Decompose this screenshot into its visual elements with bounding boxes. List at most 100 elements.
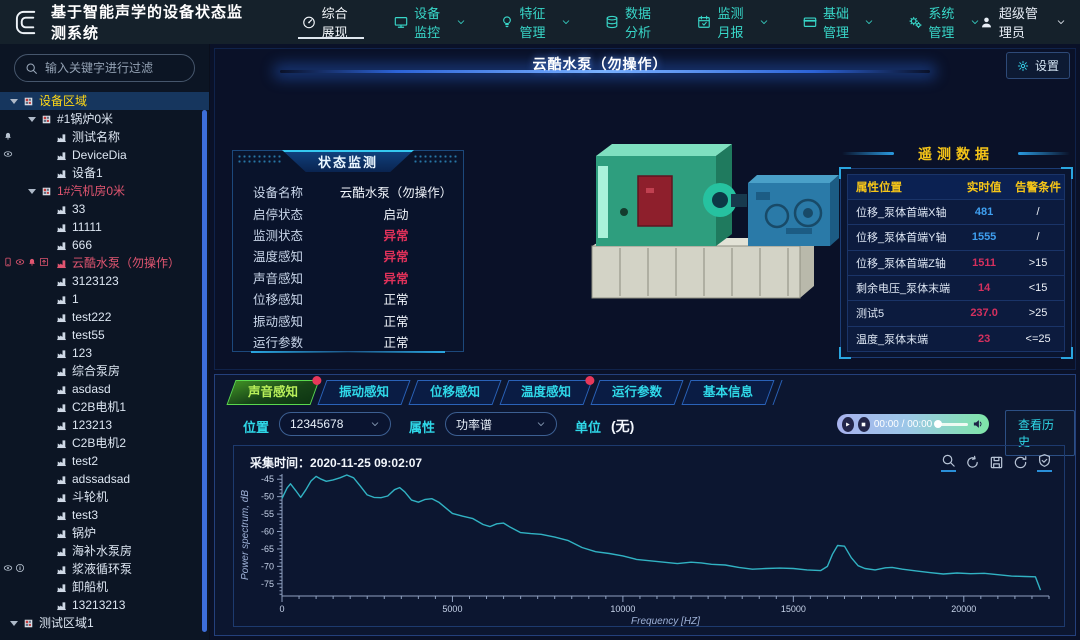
tree-node-label: 综合泵房: [72, 362, 120, 380]
tree-node-2[interactable]: 测试名称: [0, 128, 209, 146]
tree-node-17[interactable]: C2B电机1: [0, 398, 209, 416]
telemetry-header: 告警条件: [1012, 179, 1064, 195]
tree-node-26[interactable]: 浆液循环泵: [0, 560, 209, 578]
tree-node-28[interactable]: 13213213: [0, 596, 209, 614]
search-input[interactable]: [45, 61, 185, 75]
svg-text:Frequency [HZ]: Frequency [HZ]: [631, 616, 700, 627]
tree-node-8[interactable]: 666: [0, 236, 209, 254]
player-progress-slider[interactable]: [936, 423, 968, 426]
bell-icon: [27, 257, 37, 267]
eye-icon: [15, 257, 25, 267]
tree-node-3[interactable]: DeviceDia: [0, 146, 209, 164]
expand-arrow-icon[interactable]: [28, 117, 36, 126]
toolbox-refresh-icon[interactable]: [1013, 455, 1028, 470]
caret-icon: [970, 17, 980, 27]
tree-node-4[interactable]: 设备1: [0, 164, 209, 182]
factory-icon: [56, 402, 67, 413]
tree-search[interactable]: [14, 54, 195, 82]
expand-arrow-icon[interactable]: [10, 99, 18, 108]
tab-3[interactable]: 温度感知: [499, 380, 592, 405]
status-value: 异常: [329, 246, 463, 265]
stop-button[interactable]: [858, 417, 870, 432]
tree-node-22[interactable]: 斗轮机: [0, 488, 209, 506]
tree-node-6[interactable]: 33: [0, 200, 209, 218]
factory-icon: [56, 456, 67, 467]
monitor-icon: [394, 15, 408, 29]
tree-node-label: 测试区域1: [39, 614, 94, 632]
tree-node-9[interactable]: 云酷水泵（勿操作）: [0, 254, 209, 272]
position-select[interactable]: 12345678: [279, 412, 391, 436]
tree-node-11[interactable]: 1: [0, 290, 209, 308]
tab-label: 振动感知: [339, 381, 389, 404]
tree-node-25[interactable]: 海补水泵房: [0, 542, 209, 560]
user-menu[interactable]: 超级管理员: [980, 3, 1066, 41]
nav-item-5[interactable]: 基础管理: [803, 0, 874, 44]
nav-item-2[interactable]: 特征管理: [500, 0, 571, 44]
status-panel-title: 状态监测: [282, 150, 414, 172]
toolbox-restore-icon[interactable]: [965, 455, 980, 470]
building-icon: [23, 618, 34, 629]
svg-text:-45: -45: [261, 474, 274, 484]
nav-item-3[interactable]: 数据分析: [605, 0, 663, 44]
nav-menu: 综合展现设备监控特征管理数据分析监测月报基础管理系统管理: [302, 0, 980, 44]
attribute-select[interactable]: 功率谱: [445, 412, 557, 436]
factory-icon: [56, 294, 67, 305]
tree-node-14[interactable]: 123: [0, 344, 209, 362]
nav-item-1[interactable]: 设备监控: [394, 0, 465, 44]
tree-node-0[interactable]: 设备区域: [0, 92, 209, 110]
tree-node-21[interactable]: adssadsad: [0, 470, 209, 488]
nav-item-label: 综合展现: [322, 3, 360, 41]
slider-knob[interactable]: [934, 420, 942, 428]
tree-node-5[interactable]: 1#汽机房0米: [0, 182, 209, 200]
telemetry-header: 实时值: [956, 179, 1012, 195]
tree-node-label: test55: [72, 326, 105, 344]
expand-arrow-icon[interactable]: [28, 189, 36, 198]
sidebar-scrollbar[interactable]: [202, 110, 207, 632]
factory-icon: [56, 312, 67, 323]
status-row-5: 位移感知正常: [233, 288, 463, 309]
tree-node-13[interactable]: test55: [0, 326, 209, 344]
factory-icon: [56, 528, 67, 539]
tree-node-15[interactable]: 综合泵房: [0, 362, 209, 380]
nav-item-4[interactable]: 监测月报: [697, 0, 768, 44]
play-button[interactable]: [842, 417, 854, 432]
status-monitor-panel: 状态监测 设备名称云酷水泵（勿操作）启停状态启动监测状态异常温度感知异常声音感知…: [232, 150, 464, 352]
tree-node-19[interactable]: C2B电机2: [0, 434, 209, 452]
tab-4[interactable]: 运行参数: [591, 380, 684, 405]
tree-node-23[interactable]: test3: [0, 506, 209, 524]
toolbox-shield-icon[interactable]: [1037, 453, 1052, 472]
tab-1[interactable]: 振动感知: [317, 380, 410, 405]
toolbox-zoom-icon[interactable]: [941, 453, 956, 472]
tree-node-16[interactable]: asdasd: [0, 380, 209, 398]
tree-node-18[interactable]: 123213: [0, 416, 209, 434]
toolbox-save-icon[interactable]: [989, 455, 1004, 470]
equipment-3d-model[interactable]: [534, 128, 854, 328]
tree-node-7[interactable]: 11111: [0, 218, 209, 236]
tree-node-1[interactable]: #1锅炉0米: [0, 110, 209, 128]
tab-0[interactable]: 声音感知: [226, 380, 319, 405]
tree-node-10[interactable]: 3123123: [0, 272, 209, 290]
nav-item-6[interactable]: 系统管理: [908, 0, 979, 44]
expand-arrow-icon[interactable]: [10, 621, 18, 630]
tree-node-20[interactable]: test2: [0, 452, 209, 470]
telemetry-cond: /: [1012, 231, 1064, 243]
tab-5[interactable]: 基本信息: [682, 380, 775, 405]
tree-node-24[interactable]: 锅炉: [0, 524, 209, 542]
tree-node-27[interactable]: 卸船机: [0, 578, 209, 596]
chevron-down-icon: [536, 419, 546, 429]
tab-2[interactable]: 位移感知: [408, 380, 501, 405]
volume-icon[interactable]: [972, 418, 984, 430]
tree-node-29[interactable]: 测试区域1: [0, 614, 209, 632]
tree-node-12[interactable]: test222: [0, 308, 209, 326]
spectrum-chart[interactable]: 05000100001500020000-45-50-55-60-65-70-7…: [236, 448, 1065, 628]
user-icon: [980, 16, 993, 29]
svg-text:-55: -55: [261, 509, 274, 519]
nav-item-0[interactable]: 综合展现: [302, 0, 360, 44]
tree-node-label: test3: [72, 506, 98, 524]
factory-icon: [56, 132, 67, 143]
settings-button[interactable]: 设置: [1006, 52, 1070, 79]
factory-icon: [56, 168, 67, 179]
factory-icon: [56, 204, 67, 215]
tab-label: 基本信息: [703, 381, 753, 404]
info-icon: [15, 563, 25, 573]
